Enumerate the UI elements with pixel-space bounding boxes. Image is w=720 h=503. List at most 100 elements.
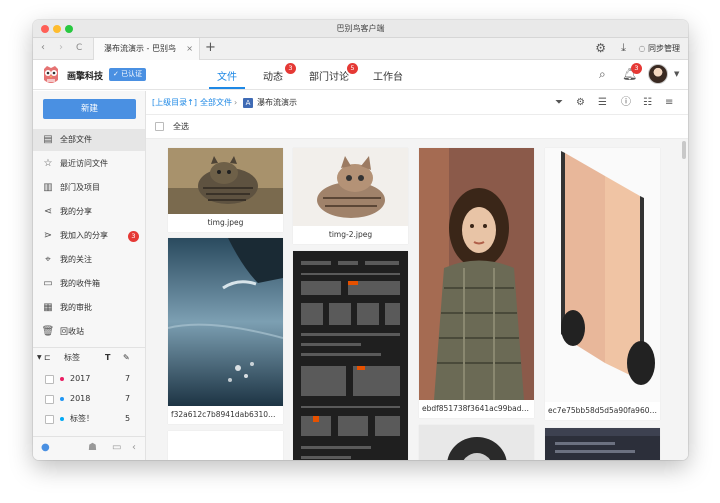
building-icon: ▥ (43, 182, 53, 193)
file-name (168, 453, 283, 460)
settings-gear-icon[interactable]: ⚙ (595, 41, 606, 55)
tab-activity[interactable]: 动态 3 (263, 63, 296, 83)
android-icon[interactable]: ☗ (88, 442, 97, 453)
download-icon[interactable]: ⤓ (621, 41, 626, 55)
file-card[interactable]: ec7e75bb58d5d5a90fa960bf5... (545, 148, 660, 420)
file-card[interactable] (545, 428, 660, 460)
tag-count: 7 (125, 394, 131, 403)
tab-close-icon[interactable]: × (186, 38, 193, 60)
desktop-icon[interactable]: ▭ (112, 442, 121, 453)
tag-color-dot (60, 397, 64, 401)
owl-logo-icon (44, 66, 58, 83)
indent-icon[interactable]: ☷ (643, 91, 652, 115)
app-screenshot-thumbnail (545, 428, 660, 460)
tab-workbench[interactable]: 工作台 (373, 68, 403, 83)
file-card[interactable]: ebdf851738f3641ac99bad620... (419, 148, 534, 418)
sidebar-item-my-shares[interactable]: ⋖ 我的分享 (33, 201, 145, 223)
sidebar-item-approvals[interactable]: ▦ 我的审批 (33, 297, 145, 319)
sidebar-item-trash[interactable]: 🗑︎ 回收站 (33, 321, 145, 343)
breadcrumb-root-link[interactable]: 全部文件 (200, 91, 232, 115)
new-tab-button[interactable]: + (205, 40, 216, 55)
sidebar-item-label: 我的收件箱 (60, 279, 100, 288)
list-view-icon[interactable]: ☰ (598, 91, 607, 115)
bell-icon[interactable]: 🔔︎ 3 (622, 63, 642, 81)
tab-activity-label: 动态 (263, 72, 283, 83)
file-card[interactable] (293, 251, 408, 460)
tab-files[interactable]: 文件 (209, 68, 245, 89)
tag-label: 标签！ (70, 414, 94, 423)
settings-icon[interactable]: ⚙ (576, 91, 585, 115)
share-icon: ⋖ (43, 206, 53, 217)
file-card[interactable]: f32a612c7b8941dab63109aaa... (168, 238, 283, 424)
sort-icon[interactable]: ≡ (665, 91, 673, 115)
tag-item[interactable]: 2018 7 (33, 389, 145, 409)
new-button[interactable]: 新建 (43, 99, 136, 119)
maximize-window-button[interactable] (65, 25, 73, 33)
file-card[interactable] (419, 425, 534, 460)
filter-icon[interactable]: ⏷ (555, 91, 563, 115)
text-format-icon[interactable]: T (105, 348, 110, 368)
breadcrumb-up-link[interactable]: [上级目录↑] (152, 91, 197, 115)
sidebar-item-label: 回收站 (60, 327, 84, 336)
joined-share-icon: ⋗ (43, 230, 53, 241)
sidebar-item-all-files[interactable]: ▤ 全部文件 (33, 129, 145, 151)
sidebar: 新建 ▤ 全部文件 ☆ 最近访问文件 ▥ 部门及项目 ⋖ 我的分享 ⋗ 我加入的分享 3 ⌖… (33, 91, 146, 460)
tags-header[interactable]: ▼ ⊏ 标签 T ✎ (33, 348, 145, 368)
file-name: ec7e75bb58d5d5a90fa960bf5... (548, 406, 660, 415)
browser-tab-bar: ‹ › C 瀑布流演示 - 巴别鸟 × + ⚙ ⤓ ◌ 同步管理 (33, 38, 688, 60)
chat-icon[interactable]: ● (41, 442, 50, 453)
select-bar: 全选 (146, 115, 688, 139)
activity-badge: 3 (285, 63, 296, 74)
tab-department-discussion[interactable]: 部门讨论 5 (309, 63, 358, 83)
star-icon: ☆ (43, 158, 53, 169)
browser-tab[interactable]: 瀑布流演示 - 巴别鸟 × (93, 38, 200, 60)
tag-item[interactable]: 2017 7 (33, 369, 145, 389)
tag-color-dot (60, 417, 64, 421)
focus-icon: ⌖ (45, 254, 51, 265)
sidebar-item-departments[interactable]: ▥ 部门及项目 (33, 177, 145, 199)
folder-icon: ▤ (43, 134, 53, 145)
ui-kit-image-thumbnail (293, 251, 408, 460)
collapse-sidebar-icon[interactable]: ‹ (132, 442, 136, 453)
tag-checkbox[interactable] (45, 395, 54, 404)
trash-icon: 🗑︎ (41, 326, 55, 337)
wrench-icon[interactable]: ✎ (123, 348, 130, 368)
back-button[interactable]: ‹ (41, 42, 45, 53)
tag-checkbox[interactable] (45, 415, 54, 424)
discussion-badge: 5 (347, 63, 358, 74)
tag-count: 7 (125, 374, 131, 383)
file-card[interactable]: timg-2.jpeg (293, 148, 408, 244)
sidebar-item-label: 全部文件 (60, 135, 92, 144)
verified-badge: ✓ 已认证 (109, 68, 147, 81)
sidebar-item-inbox[interactable]: ▭ 我的收件箱 (33, 273, 145, 295)
select-all-checkbox[interactable] (155, 122, 164, 131)
file-name: timg.jpeg (207, 218, 244, 227)
sidebar-item-recent[interactable]: ☆ 最近访问文件 (33, 153, 145, 175)
search-icon[interactable]: ⌕ (599, 67, 606, 82)
monitor-image-thumbnail (545, 148, 660, 402)
sidebar-footer: ● ☗ ▭ ‹ (33, 436, 145, 460)
sidebar-item-label: 我的审批 (60, 303, 92, 312)
chevron-down-icon[interactable]: ▼ (674, 70, 679, 78)
sidebar-item-following[interactable]: ⌖ 我的关注 (33, 249, 145, 271)
folder-type-icon: A (243, 98, 253, 108)
minimize-window-button[interactable] (53, 25, 61, 33)
tag-checkbox[interactable] (45, 375, 54, 384)
avatar[interactable] (648, 64, 668, 84)
reload-button[interactable]: C (76, 43, 82, 53)
breadcrumb-separator: › (234, 98, 238, 107)
sidebar-item-label: 部门及项目 (60, 183, 100, 192)
file-card[interactable]: timg.jpeg (168, 148, 283, 232)
title-bar: 巴别鸟客户端 (33, 20, 688, 38)
sync-manage-button[interactable]: ◌ 同步管理 (638, 38, 680, 60)
forward-button[interactable]: › (59, 42, 63, 53)
file-card[interactable] (168, 431, 283, 460)
tag-label: 2017 (70, 374, 91, 383)
sidebar-item-label: 我加入的分享 (60, 231, 108, 240)
scrollbar[interactable] (682, 141, 686, 159)
tag-item[interactable]: 标签！ 5 (33, 409, 145, 429)
caret-down-icon: ▼ (37, 354, 42, 361)
info-icon[interactable]: ⓘ (621, 91, 631, 115)
close-window-button[interactable] (41, 25, 49, 33)
sidebar-item-joined-shares[interactable]: ⋗ 我加入的分享 3 (33, 225, 145, 247)
